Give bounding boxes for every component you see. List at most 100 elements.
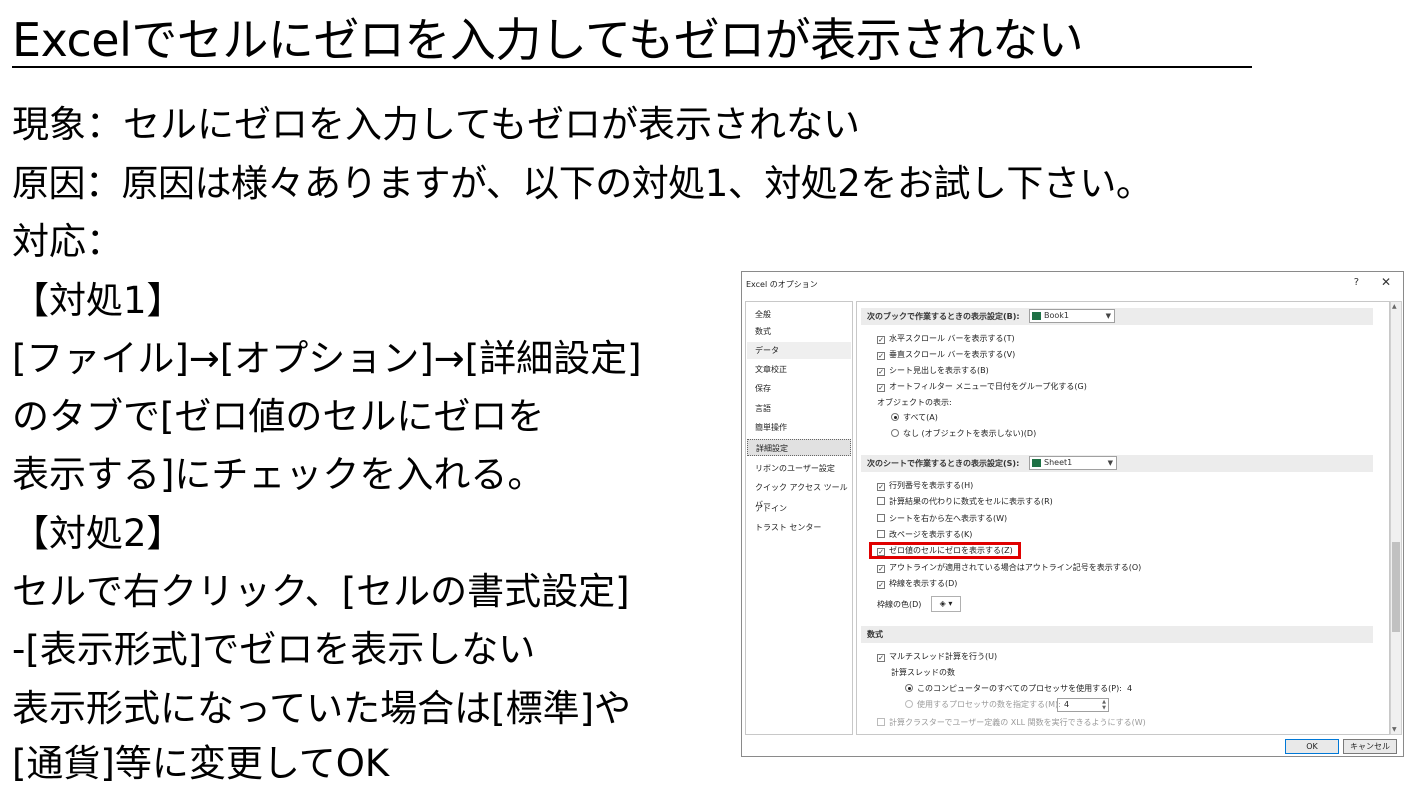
symptom-line: 現象：セルにゼロを入力してもゼロが表示されない	[12, 103, 861, 146]
opt-sheet-tabs-label: シート見出しを表示する(B)	[889, 366, 989, 375]
checkbox[interactable]: ✓	[877, 336, 885, 344]
fix2-heading: 【対処2】	[12, 512, 184, 555]
cancel-button[interactable]: キャンセル	[1343, 739, 1397, 754]
response-label: 対応：	[12, 220, 123, 263]
opt-sheet-tabs[interactable]: ✓ シート見出しを表示する(B)	[877, 364, 989, 378]
opt-autofilter-label: オートフィルター メニューで日付をグループ化する(G)	[889, 382, 1087, 391]
fix1-line-2: のタブで[ゼロ値のセルにゼロを	[12, 395, 545, 438]
opt-show-formulas[interactable]: 計算結果の代わりに数式をセルに表示する(R)	[877, 495, 1053, 509]
nav-advanced[interactable]: 詳細設定	[747, 439, 851, 456]
sheet-combo[interactable]: Sheet1 ▼	[1029, 456, 1117, 470]
radio-manual-processors-label: 使用するプロセッサの数を指定する(M):	[917, 700, 1061, 709]
objects-label: オブジェクトの表示:	[877, 398, 952, 407]
checkbox[interactable]: ✓	[877, 483, 885, 491]
radio-button[interactable]	[905, 684, 913, 692]
opt-right-to-left[interactable]: シートを右から左へ表示する(W)	[877, 512, 1007, 526]
nav-accessibility[interactable]: 簡単操作	[747, 419, 851, 436]
nav-formulas[interactable]: 数式	[747, 323, 851, 340]
processor-count: 4	[1126, 684, 1133, 693]
checkbox[interactable]: ✓	[877, 368, 885, 376]
checkbox[interactable]	[877, 530, 885, 538]
radio-objects-none[interactable]: なし (オブジェクトを表示しない)(D)	[891, 427, 1036, 441]
scrollbar-thumb[interactable]	[1392, 542, 1400, 632]
excel-icon	[1032, 312, 1041, 320]
radio-objects-none-label: なし (オブジェクトを表示しない)(D)	[903, 429, 1037, 438]
opt-vscroll-label: 垂直スクロール バーを表示する(V)	[889, 350, 1016, 359]
ok-button[interactable]: OK	[1285, 739, 1339, 754]
book-section-label: 次のブックで作業するときの表示設定(B):	[867, 312, 1020, 321]
book-combo[interactable]: Book1 ▼	[1029, 309, 1115, 323]
formulas-section: 数式	[861, 626, 1373, 643]
opt-autofilter-group[interactable]: ✓ オートフィルター メニューで日付をグループ化する(G)	[877, 380, 1087, 394]
book-combo-value: Book1	[1044, 311, 1069, 320]
sheet-section-label: 次のシートで作業するときの表示設定(S):	[867, 459, 1020, 468]
radio-objects-all[interactable]: すべて(A)	[891, 411, 938, 425]
checkbox[interactable]: ✓	[877, 654, 885, 662]
radio-all-processors[interactable]: このコンピューターのすべてのプロセッサを使用する(P): 4	[905, 682, 1132, 696]
nav-data[interactable]: データ	[747, 342, 851, 359]
opt-show-formulas-label: 計算結果の代わりに数式をセルに表示する(R)	[889, 497, 1053, 506]
opt-gridlines[interactable]: ✓ 枠線を表示する(D)	[877, 577, 957, 591]
chevron-down-icon: ▼	[1105, 312, 1111, 320]
checkbox[interactable]	[877, 718, 885, 726]
chevron-down-icon: ▼	[1107, 459, 1113, 467]
checkbox[interactable]: ✓	[877, 581, 885, 589]
nav-addins[interactable]: アドイン	[747, 500, 851, 517]
radio-button[interactable]	[891, 429, 899, 437]
fix1-line-1: [ファイル]→[オプション]→[詳細設定]	[12, 337, 642, 380]
checkbox[interactable]: ✓	[877, 352, 885, 360]
nav-general[interactable]: 全般	[747, 306, 851, 323]
spinner-arrows-icon[interactable]: ▲ ▼	[1102, 699, 1106, 711]
threads-label: 計算スレッドの数	[891, 668, 955, 677]
scroll-down-icon[interactable]: ▼	[1392, 726, 1397, 733]
title-underline	[12, 66, 1252, 68]
opt-headers-label: 行列番号を表示する(H)	[889, 481, 974, 490]
advanced-settings-panel: 次のブックで作業するときの表示設定(B): Book1 ▼ ✓ 水平スクロール バ…	[856, 301, 1390, 735]
scroll-up-icon[interactable]: ▲	[1392, 303, 1397, 310]
dialog-title: Excel のオプション	[746, 280, 818, 289]
slide-title: Excelでセルにゼロを入力してもゼロが表示されない	[12, 13, 1084, 67]
opt-cluster[interactable]: 計算クラスターでユーザー定義の XLL 関数を実行できるようにする(W)	[877, 716, 1146, 730]
checkbox[interactable]	[877, 497, 885, 505]
processor-spinner-value: 4	[1064, 700, 1070, 709]
nav-proofing[interactable]: 文章校正	[747, 361, 851, 378]
opt-hscroll[interactable]: ✓ 水平スクロール バーを表示する(T)	[877, 332, 1015, 346]
radio-button[interactable]	[891, 413, 899, 421]
radio-objects-all-label: すべて(A)	[903, 413, 938, 422]
processor-spinner[interactable]: 4 ▲ ▼	[1057, 698, 1109, 712]
help-icon[interactable]: ?	[1354, 277, 1359, 288]
nav-customize-ribbon[interactable]: リボンのユーザー設定	[747, 460, 851, 477]
checkbox[interactable]	[877, 514, 885, 522]
paint-bucket-icon: ◈	[939, 599, 946, 608]
nav-language[interactable]: 言語	[747, 400, 851, 417]
opt-vscroll[interactable]: ✓ 垂直スクロール バーを表示する(V)	[877, 348, 1015, 362]
radio-manual-processors[interactable]: 使用するプロセッサの数を指定する(M):	[905, 698, 1061, 712]
opt-page-breaks-label: 改ページを表示する(K)	[889, 530, 973, 539]
fix1-heading: 【対処1】	[12, 279, 184, 322]
checkbox[interactable]: ✓	[877, 565, 885, 573]
panel-scrollbar[interactable]: ▲ ▼	[1390, 301, 1402, 735]
nav-trust-center[interactable]: トラスト センター	[747, 519, 851, 536]
checkbox[interactable]: ✓	[877, 384, 885, 392]
opt-outline[interactable]: ✓ アウトラインが適用されている場合はアウトライン記号を表示する(O)	[877, 561, 1141, 575]
opt-right-to-left-label: シートを右から左へ表示する(W)	[889, 514, 1008, 523]
fix2-line-4: [通貨]等に変更してOK	[12, 742, 390, 785]
fix2-line-2: -[表示形式]でゼロを表示しない	[12, 628, 536, 671]
nav-quick-access[interactable]: クイック アクセス ツール バー	[747, 479, 851, 509]
opt-hscroll-label: 水平スクロール バーを表示する(T)	[889, 334, 1015, 343]
gridline-color-button[interactable]: ◈ ▾	[931, 596, 961, 612]
fix1-line-3: 表示する]にチェックを入れる。	[12, 453, 545, 496]
excel-options-dialog: Excel のオプション ? ✕ 全般 数式 データ 文章校正 保存 言語 簡単…	[741, 271, 1404, 757]
opt-page-breaks[interactable]: 改ページを表示する(K)	[877, 528, 972, 542]
chevron-down-icon: ▾	[948, 599, 953, 608]
nav-save[interactable]: 保存	[747, 380, 851, 397]
book-display-section: 次のブックで作業するときの表示設定(B): Book1 ▼	[861, 308, 1373, 325]
radio-button[interactable]	[905, 700, 913, 708]
radio-all-processors-label: このコンピューターのすべてのプロセッサを使用する(P):	[917, 684, 1122, 693]
opt-headers[interactable]: ✓ 行列番号を表示する(H)	[877, 479, 973, 493]
opt-multithread[interactable]: ✓ マルチスレッド計算を行う(U)	[877, 650, 997, 664]
opt-cluster-label: 計算クラスターでユーザー定義の XLL 関数を実行できるようにする(W)	[889, 718, 1146, 727]
sheet-combo-value: Sheet1	[1044, 458, 1073, 467]
opt-gridlines-label: 枠線を表示する(D)	[889, 579, 958, 588]
close-icon[interactable]: ✕	[1381, 275, 1391, 289]
